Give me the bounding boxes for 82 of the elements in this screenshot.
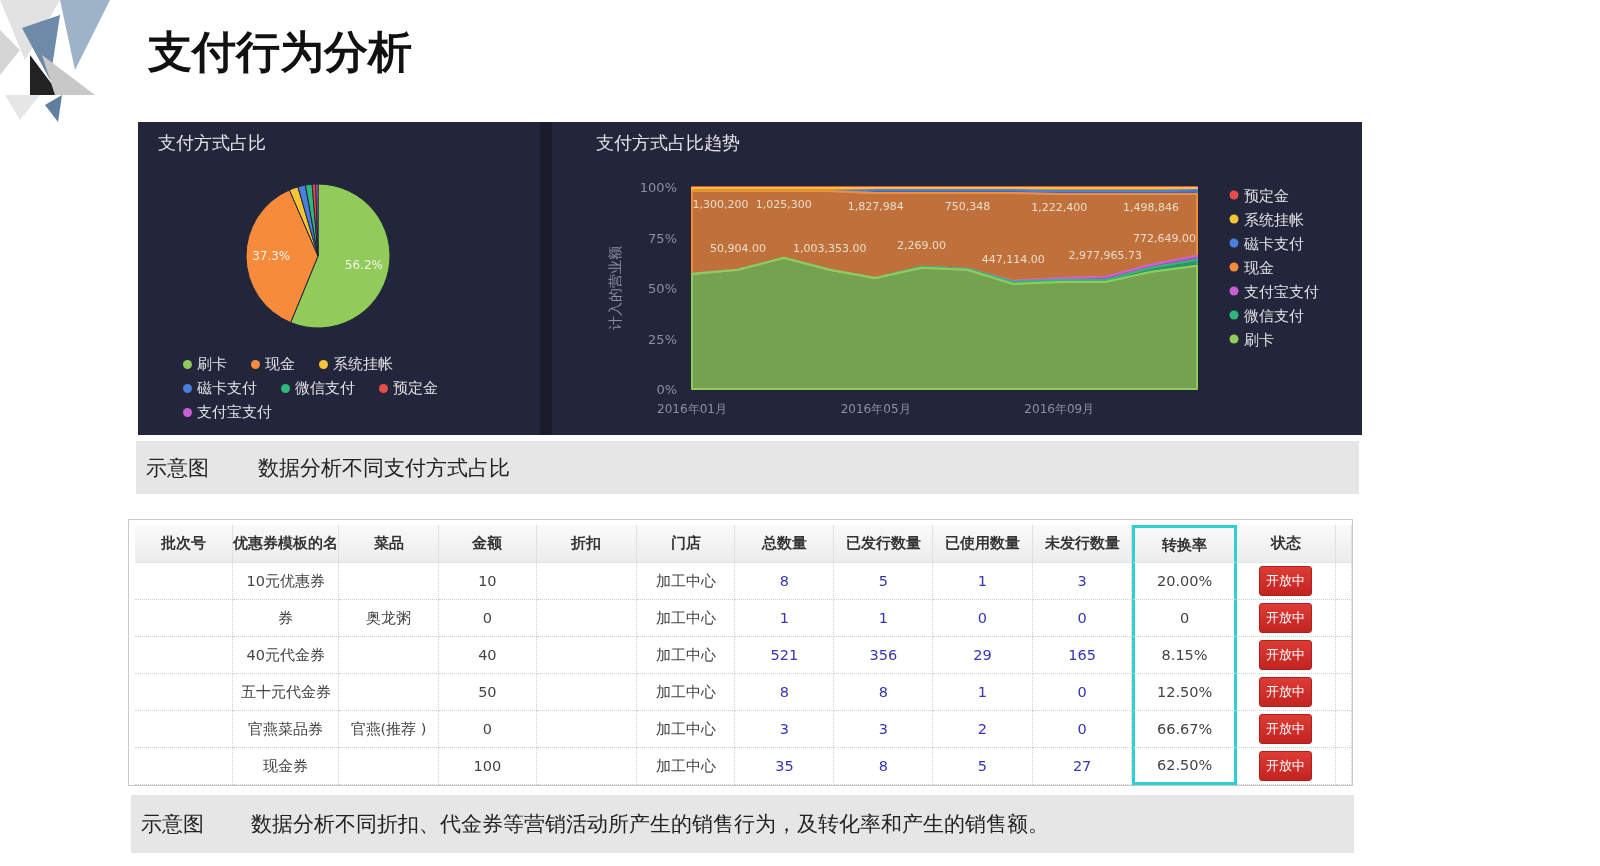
legend-label: 预定金 (1244, 186, 1289, 205)
table-cell: 12.50% (1156, 684, 1213, 700)
table-cell: 官燕菜品券 (248, 719, 324, 739)
data-label: 1,222,400 (1031, 201, 1088, 215)
legend-label: 预定金 (393, 378, 438, 398)
table-cell: 0 (482, 610, 492, 626)
legend-label: 系统挂帐 (333, 354, 393, 374)
caption-text: 数据分析不同折扣、代金券等营销活动所产生的销售行为，及转化率和产生的销售额。 (251, 811, 1049, 838)
data-label: 750,348 (944, 200, 991, 214)
data-label: 1,498,846 (1123, 201, 1180, 215)
table-cell: 现金券 (263, 756, 309, 776)
table-cell: 五十元代金券 (240, 682, 331, 702)
legend-label: 微信支付 (1244, 306, 1304, 325)
table-cell: 62.50% (1156, 757, 1213, 773)
axis-label: 2016年09月 (1024, 402, 1095, 416)
table-cell: 券 (278, 608, 294, 628)
slide-title: 支付行为分析 (148, 25, 412, 79)
data-label: 1,827,984 (847, 200, 904, 214)
data-label: 1,025,300 (755, 198, 812, 212)
data-label: 447,114.00 (981, 252, 1045, 266)
table-cell: 奥龙粥 (366, 608, 412, 628)
data-label: 2,269.00 (897, 238, 947, 252)
panel-title: 支付方式占比 (158, 131, 266, 155)
slice-label: 37.3% (252, 249, 291, 264)
table-cell: 20.00% (1156, 573, 1213, 589)
column-header: 已发行数量 (845, 534, 921, 553)
table-cell: 加工中心 (655, 756, 716, 776)
table-cell: 0 (1180, 610, 1190, 626)
legend-label: 刷卡 (197, 354, 227, 374)
column-header: 未发行数量 (1044, 534, 1120, 553)
caption-text: 数据分析不同支付方式占比 (258, 454, 510, 482)
table-cell: 0 (482, 721, 492, 737)
column-header: 优惠券模板的名 (233, 534, 339, 553)
data-label: 772,649.00 (1133, 231, 1196, 245)
table-cell: 官燕(推荐 ) (350, 719, 427, 739)
table-cell: 加工中心 (655, 608, 716, 628)
legend-label: 磁卡支付 (1244, 234, 1304, 253)
slice-label: 56.2% (344, 258, 383, 273)
table-cell: 40 (478, 647, 497, 663)
panel-title: 支付方式占比趋势 (596, 131, 740, 155)
axis-label: 50% (648, 281, 677, 296)
axis-label: 2016年05月 (840, 402, 911, 416)
data-label: 1,300,200 (692, 198, 749, 212)
axis-label: 0% (656, 382, 677, 397)
axis-label: 2016年01月 (657, 402, 727, 416)
legend-label: 刷卡 (1244, 330, 1274, 349)
table-cell: 加工中心 (655, 682, 716, 702)
column-header: 金额 (472, 534, 503, 553)
data-label: 1,003,353.00 (793, 241, 867, 255)
caption-label: 示意图 (141, 811, 205, 838)
legend-label: 支付宝支付 (197, 402, 272, 422)
axis-label: 100% (639, 180, 677, 195)
table-cell: 100 (473, 758, 502, 774)
legend-label: 系统挂帐 (1244, 210, 1304, 229)
column-header: 批次号 (161, 534, 207, 553)
table-cell: 40元代金券 (246, 645, 325, 665)
table-cell: 加工中心 (655, 719, 716, 739)
table-cell: 加工中心 (655, 645, 716, 665)
table-cell: 50 (478, 684, 497, 700)
table-cell: 66.67% (1156, 721, 1213, 737)
column-header: 转换率 (1162, 535, 1208, 555)
column-header: 总数量 (761, 534, 807, 553)
data-label: 2,977,965.73 (1068, 248, 1142, 262)
table-cell: 8.15% (1161, 647, 1208, 663)
data-label: 50,904.00 (709, 241, 766, 255)
axis-label: 75% (648, 230, 677, 246)
caption-label: 示意图 (146, 454, 210, 482)
column-header: 菜品 (373, 534, 404, 553)
legend-label: 支付宝支付 (1244, 282, 1319, 301)
table-cell: 10元优惠券 (246, 571, 325, 591)
axis-title: 计入的营业额 (607, 246, 623, 330)
column-header: 状态 (1270, 534, 1301, 553)
legend-label: 磁卡支付 (197, 378, 257, 398)
column-header: 门店 (670, 534, 701, 553)
legend-label: 现金 (1244, 258, 1274, 277)
column-header: 折扣 (571, 534, 602, 553)
legend-label: 微信支付 (295, 378, 355, 398)
table-cell: 加工中心 (655, 571, 716, 591)
axis-label: 25% (648, 331, 677, 347)
legend-label: 现金 (265, 354, 295, 374)
table-cell: 10 (478, 573, 497, 589)
column-header: 已使用数量 (944, 534, 1020, 553)
